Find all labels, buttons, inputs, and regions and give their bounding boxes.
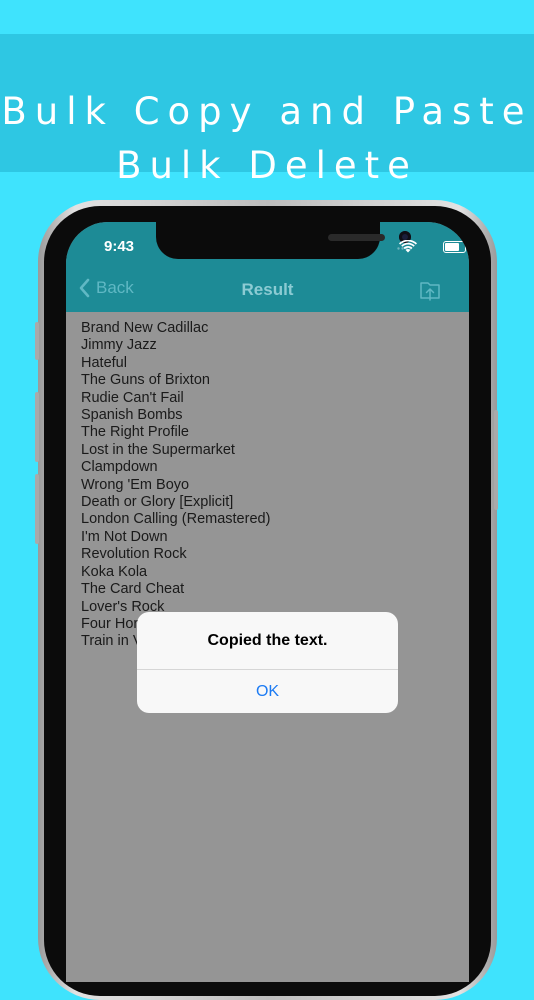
share-icon[interactable] <box>418 279 442 303</box>
alert-ok-button[interactable]: OK <box>137 670 398 713</box>
status-time: 9:43 <box>104 238 135 255</box>
result-line: Death or Glory [Explicit] <box>81 494 234 511</box>
result-line: Jimmy Jazz <box>81 337 157 354</box>
result-line: Clampdown <box>81 459 158 476</box>
promo-banner: Bulk Copy and Paste Bulk Delete <box>0 34 534 187</box>
result-line: I'm Not Down <box>81 528 168 545</box>
mute-switch <box>35 322 39 360</box>
result-line: Koka Kola <box>81 563 148 580</box>
result-text-view[interactable]: Brand New Cadillac Jimmy Jazz Hateful Th… <box>81 320 456 651</box>
volume-down-button <box>35 474 39 544</box>
page-title: Result <box>241 280 294 299</box>
result-line: Hateful <box>81 354 127 371</box>
result-line: Revolution Rock <box>81 546 187 563</box>
alert-message: Copied the text. <box>207 632 328 649</box>
notch <box>156 222 411 259</box>
battery-icon <box>443 241 469 253</box>
wifi-icon <box>399 240 417 253</box>
result-line: The Guns of Brixton <box>81 372 210 389</box>
phone-screen: 9:43 Back Result Brand New Cadillac Jimm… <box>66 222 469 982</box>
power-button <box>494 410 498 510</box>
volume-up-button <box>35 392 39 462</box>
result-line: Brand New Cadillac <box>81 320 209 336</box>
result-line: Rudie Can't Fail <box>81 389 184 406</box>
result-line: The Card Cheat <box>81 581 185 598</box>
result-line: London Calling (Remastered) <box>81 511 271 528</box>
result-line: Wrong 'Em Boyo <box>81 476 190 493</box>
copied-alert-dialog: Copied the text. OK <box>137 612 398 713</box>
banner-title-line-2: Bulk Delete <box>116 144 418 187</box>
navigation-bar: 9:43 Back Result <box>66 222 469 312</box>
result-line: The Right Profile <box>81 424 189 441</box>
speaker <box>328 234 385 241</box>
banner-title-line-1: Bulk Copy and Paste <box>1 90 533 133</box>
result-line: Spanish Bombs <box>81 407 183 424</box>
result-line: Lost in the Supermarket <box>81 441 235 458</box>
